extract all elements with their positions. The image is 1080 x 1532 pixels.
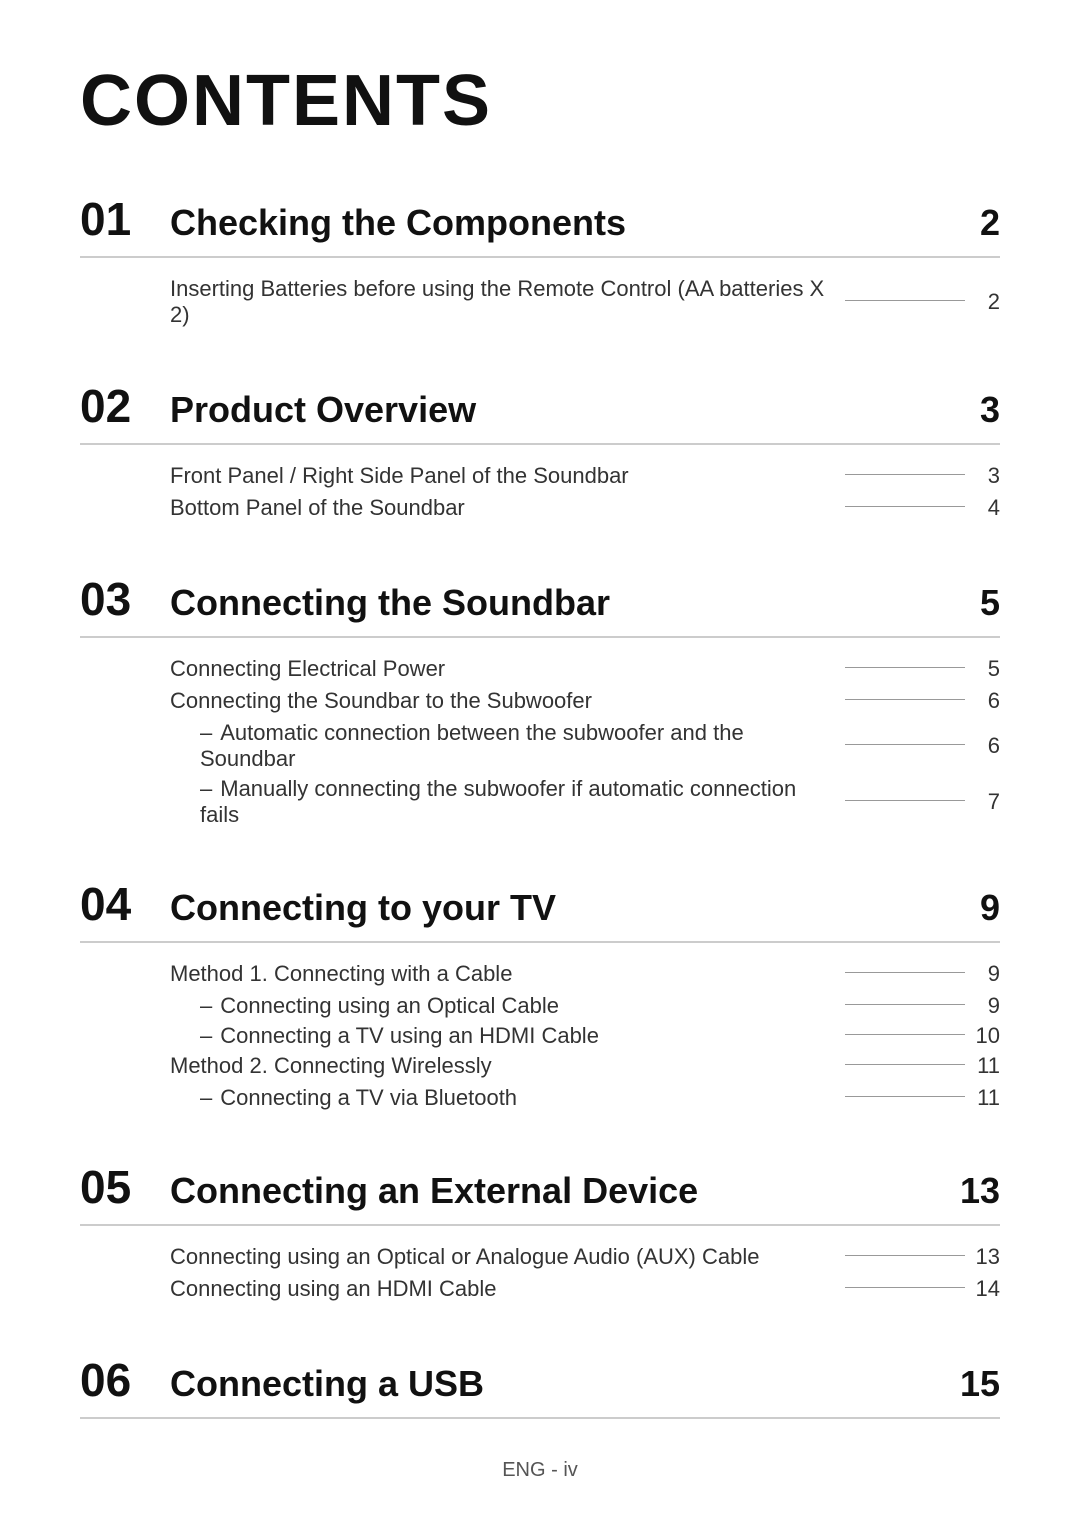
toc-section-01: 01Checking the Components2Inserting Batt… — [80, 192, 1000, 349]
page-title: CONTENTS — [80, 60, 1000, 142]
toc-entry-text-03-0: Connecting Electrical Power — [170, 656, 835, 682]
toc-entry-02-0: Front Panel / Right Side Panel of the So… — [80, 463, 1000, 489]
toc-section-03: 03Connecting the Soundbar5Connecting Ele… — [80, 572, 1000, 847]
section-page-01: 2 — [980, 202, 1000, 244]
toc-section-02: 02Product Overview3Front Panel / Right S… — [80, 379, 1000, 542]
toc-entry-text-02-1: Bottom Panel of the Soundbar — [170, 495, 835, 521]
section-number-05: 05 — [80, 1160, 170, 1214]
toc-entry-text-04-1: –Connecting using an Optical Cable — [200, 993, 835, 1019]
footer: ENG - iv — [0, 1459, 1080, 1482]
section-title-06: Connecting a USB — [170, 1363, 960, 1405]
section-number-06: 06 — [80, 1353, 170, 1407]
toc-entry-page-05-1: 14 — [975, 1276, 1000, 1302]
section-header-03: 03Connecting the Soundbar5 — [80, 572, 1000, 638]
section-number-03: 03 — [80, 572, 170, 626]
toc-entry-05-0: Connecting using an Optical or Analogue … — [80, 1244, 1000, 1270]
section-page-06: 15 — [960, 1363, 1000, 1405]
toc-entry-page-02-0: 3 — [975, 463, 1000, 489]
toc-entry-03-0: Connecting Electrical Power 5 — [80, 656, 1000, 682]
toc-entry-page-02-1: 4 — [975, 495, 1000, 521]
toc-entry-dots-04-2 — [845, 1034, 965, 1035]
toc-section-05: 05Connecting an External Device13Connect… — [80, 1160, 1000, 1323]
toc-entry-page-03-3: 7 — [975, 789, 1000, 815]
toc-entry-page-03-0: 5 — [975, 656, 1000, 682]
section-page-04: 9 — [980, 887, 1000, 929]
toc-entry-text-05-0: Connecting using an Optical or Analogue … — [170, 1244, 835, 1270]
toc-entry-dots-04-4 — [845, 1096, 965, 1097]
toc-entry-page-03-1: 6 — [975, 688, 1000, 714]
section-header-04: 04Connecting to your TV9 — [80, 877, 1000, 943]
toc-entry-page-04-2: 10 — [975, 1023, 1000, 1049]
section-title-05: Connecting an External Device — [170, 1170, 960, 1212]
toc-entry-page-04-4: 11 — [975, 1085, 1000, 1111]
toc-entry-text-03-1: Connecting the Soundbar to the Subwoofer — [170, 688, 835, 714]
toc-entry-dots-03-2 — [845, 744, 965, 745]
section-title-01: Checking the Components — [170, 202, 980, 244]
section-header-05: 05Connecting an External Device13 — [80, 1160, 1000, 1226]
section-number-01: 01 — [80, 192, 170, 246]
toc-entry-page-01-0: 2 — [975, 289, 1000, 315]
toc-entry-text-04-3: Method 2. Connecting Wirelessly — [170, 1053, 835, 1079]
section-page-02: 3 — [980, 389, 1000, 431]
toc-entry-text-03-3: –Manually connecting the subwoofer if au… — [200, 776, 835, 828]
toc-entry-03-1: Connecting the Soundbar to the Subwoofer… — [80, 688, 1000, 714]
toc-entry-page-05-0: 13 — [975, 1244, 1000, 1270]
section-page-03: 5 — [980, 582, 1000, 624]
toc-entry-04-3: Method 2. Connecting Wirelessly 11 — [80, 1053, 1000, 1079]
toc-entry-dots-02-1 — [845, 506, 965, 507]
toc-entry-page-04-1: 9 — [975, 993, 1000, 1019]
toc-entry-dots-03-3 — [845, 800, 965, 801]
toc-entry-page-04-0: 9 — [975, 961, 1000, 987]
toc-entry-text-05-1: Connecting using an HDMI Cable — [170, 1276, 835, 1302]
section-title-02: Product Overview — [170, 389, 980, 431]
section-title-04: Connecting to your TV — [170, 887, 980, 929]
toc-entry-03-2: –Automatic connection between the subwoo… — [80, 720, 1000, 772]
toc-entry-text-04-0: Method 1. Connecting with a Cable — [170, 961, 835, 987]
toc-entry-dots-03-1 — [845, 699, 965, 700]
toc-entry-text-04-4: –Connecting a TV via Bluetooth — [200, 1085, 835, 1111]
toc-container: 01Checking the Components2Inserting Batt… — [80, 192, 1000, 1419]
toc-entry-04-1: –Connecting using an Optical Cable 9 — [80, 993, 1000, 1019]
toc-entry-dots-03-0 — [845, 667, 965, 668]
section-header-01: 01Checking the Components2 — [80, 192, 1000, 258]
section-header-06: 06Connecting a USB15 — [80, 1353, 1000, 1419]
section-number-02: 02 — [80, 379, 170, 433]
toc-entry-page-04-3: 11 — [975, 1053, 1000, 1079]
toc-entry-04-0: Method 1. Connecting with a Cable 9 — [80, 961, 1000, 987]
toc-entry-01-0: Inserting Batteries before using the Rem… — [80, 276, 1000, 328]
toc-entry-text-03-2: –Automatic connection between the subwoo… — [200, 720, 835, 772]
toc-entry-page-03-2: 6 — [975, 733, 1000, 759]
toc-entry-04-4: –Connecting a TV via Bluetooth 11 — [80, 1085, 1000, 1111]
toc-entry-04-2: –Connecting a TV using an HDMI Cable 10 — [80, 1023, 1000, 1049]
toc-entry-dots-04-0 — [845, 972, 965, 973]
toc-entry-dots-02-0 — [845, 474, 965, 475]
toc-entry-05-1: Connecting using an HDMI Cable 14 — [80, 1276, 1000, 1302]
toc-entry-dots-01-0 — [845, 300, 965, 301]
toc-entry-text-01-0: Inserting Batteries before using the Rem… — [170, 276, 835, 328]
toc-entry-02-1: Bottom Panel of the Soundbar 4 — [80, 495, 1000, 521]
toc-entry-dots-04-3 — [845, 1064, 965, 1065]
toc-entry-dots-05-1 — [845, 1287, 965, 1288]
toc-entry-dots-04-1 — [845, 1004, 965, 1005]
section-header-02: 02Product Overview3 — [80, 379, 1000, 445]
section-title-03: Connecting the Soundbar — [170, 582, 980, 624]
section-page-05: 13 — [960, 1170, 1000, 1212]
toc-section-06: 06Connecting a USB15 — [80, 1353, 1000, 1419]
toc-entry-text-02-0: Front Panel / Right Side Panel of the So… — [170, 463, 835, 489]
toc-entry-text-04-2: –Connecting a TV using an HDMI Cable — [200, 1023, 835, 1049]
toc-entry-dots-05-0 — [845, 1255, 965, 1256]
section-number-04: 04 — [80, 877, 170, 931]
toc-section-04: 04Connecting to your TV9Method 1. Connec… — [80, 877, 1000, 1130]
toc-entry-03-3: –Manually connecting the subwoofer if au… — [80, 776, 1000, 828]
